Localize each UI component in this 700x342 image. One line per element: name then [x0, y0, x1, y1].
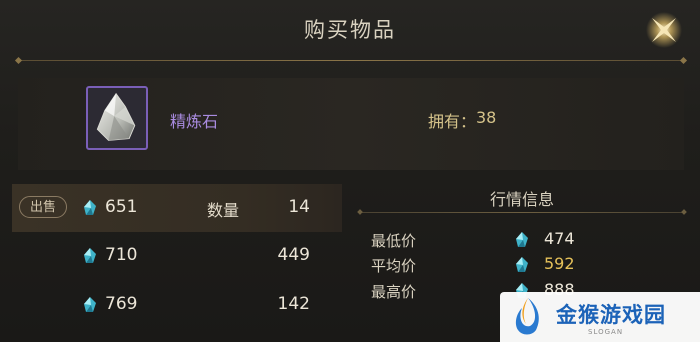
- listing-count: 14: [288, 197, 310, 217]
- owned-count: 38: [476, 108, 497, 127]
- gem-icon: [516, 257, 528, 272]
- listing-row[interactable]: 769 142: [12, 281, 342, 329]
- listing-row[interactable]: 710 449: [12, 232, 342, 280]
- gem-icon: [84, 297, 96, 312]
- watermark-slogan: SLOGAN: [588, 328, 624, 336]
- title-divider: [18, 60, 684, 61]
- sell-badge[interactable]: 出售: [19, 196, 67, 218]
- average-price-label: 平均价: [371, 257, 417, 275]
- average-price-value: 592: [544, 254, 575, 273]
- gem-icon: [516, 232, 528, 247]
- listing-price: 769: [105, 294, 138, 314]
- lowest-price-label: 最低价: [371, 232, 417, 250]
- watermark-logo-icon: [515, 298, 539, 335]
- gem-icon: [84, 248, 96, 263]
- watermark-text: 金猴游戏园: [556, 303, 666, 327]
- market-divider: [360, 212, 684, 213]
- close-icon[interactable]: [644, 10, 684, 50]
- item-name: 精炼石: [170, 112, 219, 131]
- listing-count: 142: [277, 294, 310, 314]
- quantity-label: 数量: [207, 201, 240, 220]
- listing-price: 651: [105, 197, 138, 217]
- item-slot[interactable]: [86, 86, 148, 150]
- refining-stone-icon: [96, 92, 136, 141]
- owned-label: 拥有：: [428, 112, 477, 131]
- listing-price: 710: [105, 245, 138, 265]
- market-info-title: 行情信息: [489, 190, 554, 209]
- dialog-title: 购买物品: [304, 18, 396, 42]
- lowest-price-value: 474: [544, 229, 575, 248]
- listing-count: 449: [277, 245, 310, 265]
- gem-icon: [84, 200, 96, 215]
- listing-row[interactable]: 出售 651 数量 14: [12, 184, 342, 232]
- highest-price-label: 最高价: [371, 283, 417, 301]
